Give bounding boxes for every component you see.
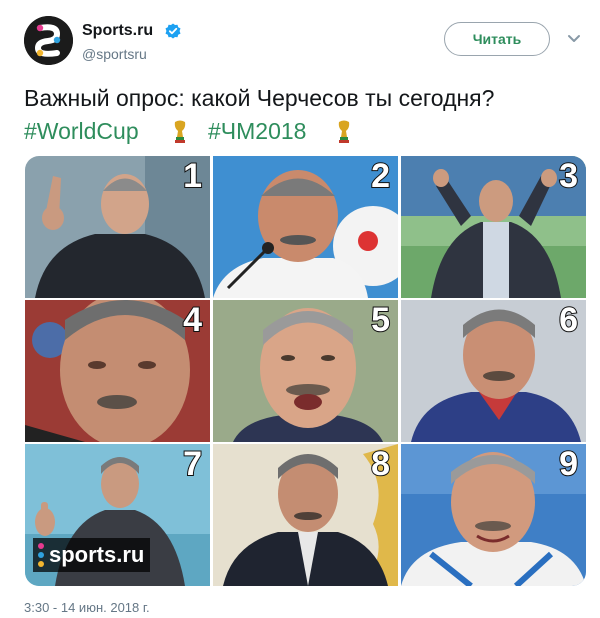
- display-name[interactable]: Sports.ru: [82, 22, 153, 40]
- tweet-text: Важный опрос: какой Черчесов ты сегодня?: [24, 85, 495, 111]
- world-cup-trophy-icon: [338, 120, 350, 143]
- photo-number: 7: [182, 444, 203, 484]
- watermark-text: sports.ru: [49, 542, 145, 567]
- photo-tile-8[interactable]: 8: [213, 444, 398, 586]
- sportsru-logo-icon: [24, 16, 73, 65]
- photo-tile-3[interactable]: 3: [401, 156, 586, 298]
- hashtag-chm2018[interactable]: #ЧМ2018: [208, 116, 306, 146]
- photo-grid[interactable]: 1 2 3 4 5 6 7 sports.ru 8 9: [25, 156, 586, 586]
- photo-number: 5: [370, 300, 391, 340]
- photo-number: 4: [182, 300, 203, 340]
- sportsru-watermark: sports.ru: [33, 538, 151, 572]
- photo-number: 2: [370, 156, 391, 196]
- photo-number: 3: [558, 156, 579, 196]
- sportsru-dots-icon: [38, 543, 44, 567]
- photo-tile-7[interactable]: 7 sports.ru: [25, 444, 210, 586]
- photo-number: 8: [370, 444, 391, 484]
- photo-number: 1: [182, 156, 203, 196]
- verified-badge-icon: [165, 23, 181, 39]
- photo-tile-1[interactable]: 1: [25, 156, 210, 298]
- avatar[interactable]: [24, 16, 73, 65]
- photo-tile-6[interactable]: 6: [401, 300, 586, 442]
- photo-tile-4[interactable]: 4: [25, 300, 210, 442]
- chevron-down-icon[interactable]: [567, 34, 581, 44]
- user-handle[interactable]: @sportsru: [82, 46, 147, 62]
- world-cup-trophy-icon: [174, 120, 186, 143]
- tweet-timestamp[interactable]: 3:30 - 14 июн. 2018 г.: [24, 600, 150, 615]
- photo-number: 6: [558, 300, 579, 340]
- photo-tile-2[interactable]: 2: [213, 156, 398, 298]
- hashtag-line: #WorldCup #ЧМ2018: [24, 116, 584, 146]
- photo-tile-9[interactable]: 9: [401, 444, 586, 586]
- tweet-header: Sports.ru @sportsru Читать: [24, 16, 584, 68]
- follow-button[interactable]: Читать: [444, 22, 550, 56]
- photo-number: 9: [558, 444, 579, 484]
- hashtag-worldcup[interactable]: #WorldCup: [24, 116, 139, 146]
- photo-tile-5[interactable]: 5: [213, 300, 398, 442]
